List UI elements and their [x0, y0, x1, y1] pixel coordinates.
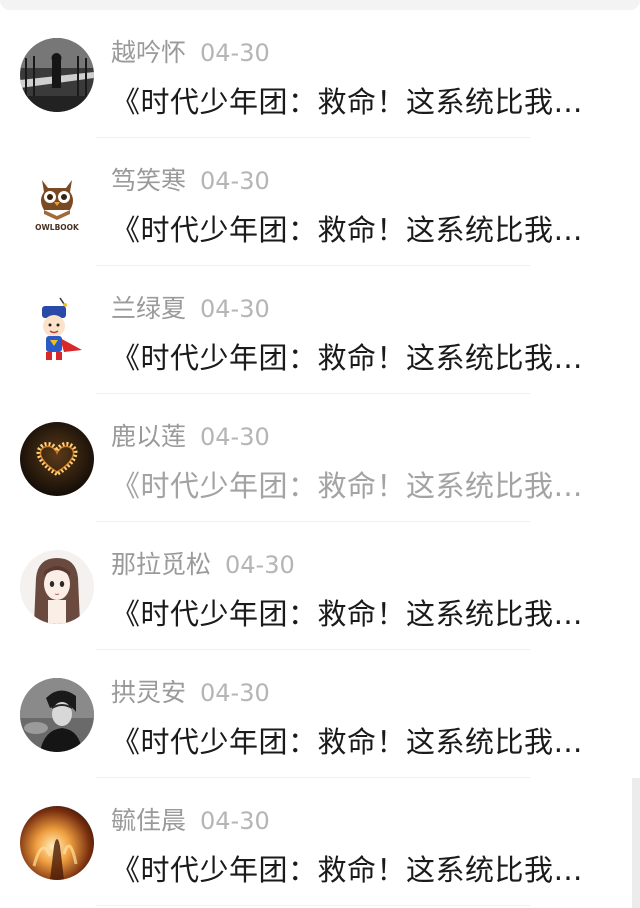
message-date: 04-30 [225, 551, 295, 579]
message-meta: 笃笑寒 04-30 [111, 164, 270, 198]
owlbook-logo-text: OWLBOOK [35, 223, 80, 232]
avatar[interactable]: OWLBOOK [20, 166, 94, 240]
message-date: 04-30 [200, 39, 270, 67]
avatar[interactable] [20, 294, 94, 368]
list-item[interactable]: OWLBOOK 笃笑寒 04-30 《时代少年团：救命！这系统比我… [0, 138, 640, 266]
user-name[interactable]: 越吟怀 [111, 38, 186, 67]
candle-heart-photo-icon [20, 422, 94, 496]
message-title[interactable]: 《时代少年团：救命！这系统比我… [111, 210, 616, 250]
message-date: 04-30 [200, 167, 270, 195]
bw-portrait-photo-icon [20, 678, 94, 752]
list-item[interactable]: 越吟怀 04-30 《时代少年团：救命！这系统比我… [0, 10, 640, 138]
avatar[interactable] [20, 678, 94, 752]
message-date: 04-30 [200, 679, 270, 707]
top-panel-edge [0, 0, 640, 10]
message-title[interactable]: 《时代少年团：救命！这系统比我… [111, 82, 616, 122]
list-item[interactable]: 兰绿夏 04-30 《时代少年团：救命！这系统比我… [0, 266, 640, 394]
message-date: 04-30 [200, 423, 270, 451]
avatar[interactable] [20, 550, 94, 624]
list-item[interactable]: 那拉觅松 04-30 《时代少年团：救命！这系统比我… [0, 522, 640, 650]
divider [96, 905, 530, 906]
user-name[interactable]: 鹿以莲 [111, 422, 186, 451]
user-name[interactable]: 笃笑寒 [111, 166, 186, 195]
message-title[interactable]: 《时代少年团：救命！这系统比我… [111, 850, 616, 890]
message-meta: 鹿以莲 04-30 [111, 420, 270, 454]
list-item[interactable]: 鹿以莲 04-30 《时代少年团：救命！这系统比我… [0, 394, 640, 522]
message-title[interactable]: 《时代少年团：救命！这系统比我… [111, 722, 616, 762]
anime-girl-drawing-icon [20, 550, 94, 624]
avatar[interactable] [20, 806, 94, 880]
message-meta: 拱灵安 04-30 [111, 676, 270, 710]
owlbook-logo-icon: OWLBOOK [20, 166, 94, 240]
scrollbar[interactable] [632, 778, 640, 908]
message-list: 越吟怀 04-30 《时代少年团：救命！这系统比我… OWLBOOK 笃笑寒 04-… [0, 10, 640, 906]
avatar[interactable] [20, 422, 94, 496]
message-title[interactable]: 《时代少年团：救命！这系统比我… [111, 338, 616, 378]
message-date: 04-30 [200, 295, 270, 323]
message-meta: 兰绿夏 04-30 [111, 292, 270, 326]
dark-bridge-photo-icon [20, 38, 94, 112]
message-title[interactable]: 《时代少年团：救命！这系统比我… [111, 594, 616, 634]
list-item[interactable]: 拱灵安 04-30 《时代少年团：救命！这系统比我… [0, 650, 640, 778]
list-item[interactable]: 毓佳晨 04-30 《时代少年团：救命！这系统比我… [0, 778, 640, 906]
message-meta: 越吟怀 04-30 [111, 36, 270, 70]
user-name[interactable]: 兰绿夏 [111, 294, 186, 323]
user-name[interactable]: 毓佳晨 [111, 806, 186, 835]
user-name[interactable]: 那拉觅松 [111, 550, 211, 579]
cartoon-superhero-icon [20, 294, 94, 368]
message-meta: 那拉觅松 04-30 [111, 548, 295, 582]
message-title[interactable]: 《时代少年团：救命！这系统比我… [111, 466, 616, 506]
fire-photo-icon [20, 806, 94, 880]
message-meta: 毓佳晨 04-30 [111, 804, 270, 838]
message-date: 04-30 [200, 807, 270, 835]
user-name[interactable]: 拱灵安 [111, 678, 186, 707]
avatar[interactable] [20, 38, 94, 112]
